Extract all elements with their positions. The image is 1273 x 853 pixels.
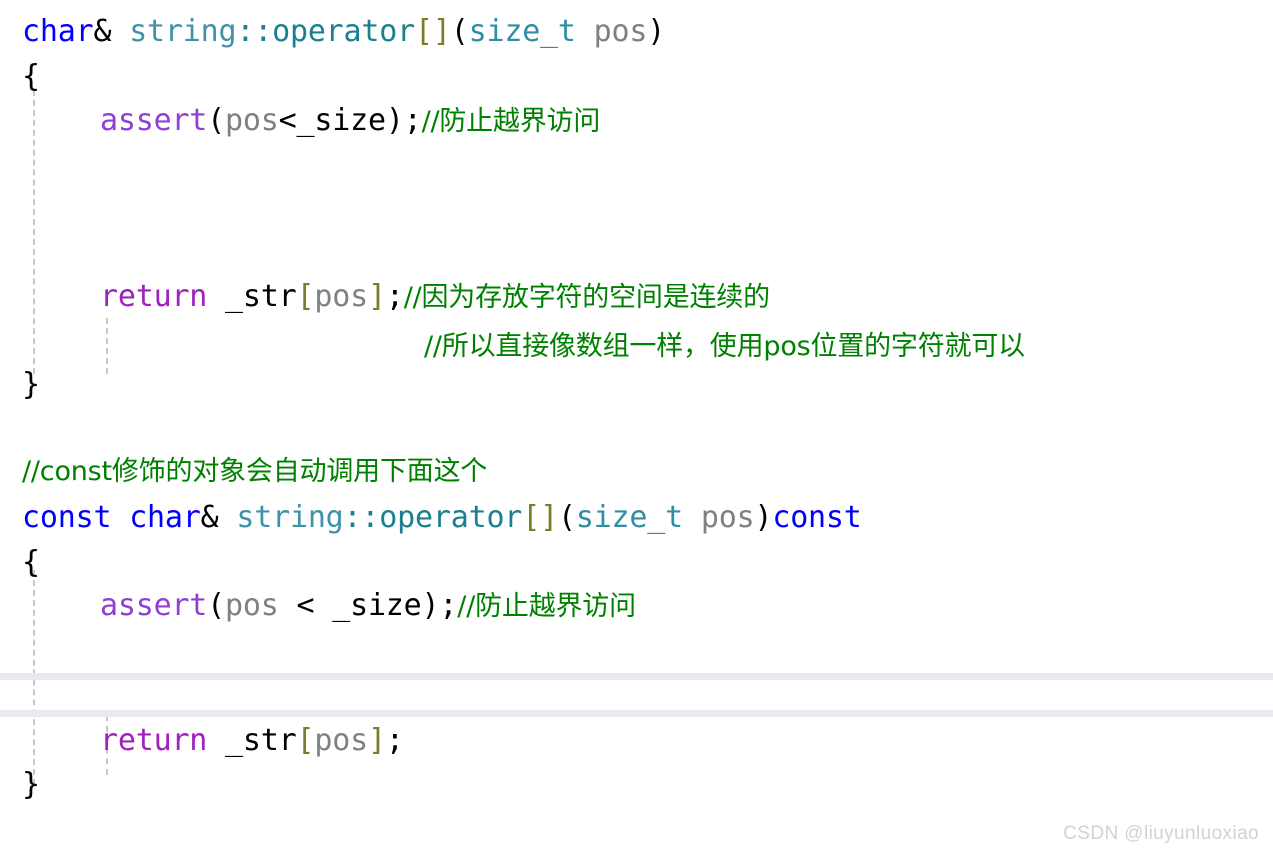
token-bracket-open-3: [ xyxy=(522,500,541,535)
editor-rule-bottom xyxy=(0,710,1273,717)
token-class-string-2: string xyxy=(236,500,344,535)
token-scope-resolution: :: xyxy=(236,14,273,49)
token-member-str-1: _str xyxy=(225,279,297,314)
token-paren-open-2: ( xyxy=(207,103,226,138)
token-semicolon-3: ; xyxy=(439,588,458,623)
comment-bounds-check-1: //防止越界访问 xyxy=(421,106,601,137)
comment-bounds-check-2: //防止越界访问 xyxy=(457,591,636,622)
token-paren-open-1: ( xyxy=(450,14,469,49)
editor-rule-top xyxy=(0,673,1273,680)
token-param-pos-2: pos xyxy=(700,500,755,535)
token-paren-close-1: ) xyxy=(647,14,666,49)
code-line-6: } xyxy=(22,363,40,407)
code-line-8: const char& string::operator[](size_t po… xyxy=(22,496,862,540)
token-space-2 xyxy=(207,279,225,314)
token-semicolon-1: ; xyxy=(403,103,422,138)
token-scope-resolution-2: :: xyxy=(343,500,380,535)
token-space-4 xyxy=(683,500,701,535)
code-line-7: //const修饰的对象会自动调用下面这个 xyxy=(22,450,487,494)
csdn-watermark: CSDN @liuyunluoxiao xyxy=(1063,823,1259,844)
code-line-9: { xyxy=(22,541,40,585)
token-var-pos-3: pos xyxy=(225,588,279,623)
token-var-pos-2: pos xyxy=(225,103,279,138)
token-semicolon-4: ; xyxy=(385,723,404,758)
token-paren-close-3: ) xyxy=(754,500,773,535)
code-line-4: return _str[pos];//因为存放字符的空间是连续的 xyxy=(100,275,770,319)
token-paren-close-2: ) xyxy=(385,103,404,138)
comment-contiguous-memory: //因为存放字符的空间是连续的 xyxy=(403,282,770,313)
token-paren-close-4: ) xyxy=(421,588,440,623)
token-ampersand-2: & xyxy=(200,500,237,535)
token-bracket-close-2: ] xyxy=(367,279,386,314)
token-keyword-char-2: char xyxy=(129,500,201,535)
token-index-pos-1: pos xyxy=(314,279,368,314)
token-paren-open-3: ( xyxy=(557,500,576,535)
token-space-5 xyxy=(207,723,225,758)
indent-guide-inner1 xyxy=(106,318,108,374)
token-semicolon-2: ; xyxy=(385,279,404,314)
token-expr-bounds-2: < _size xyxy=(278,588,422,623)
token-bracket-close-1: ] xyxy=(432,14,451,49)
code-line-5: //所以直接像数组一样，使用pos位置的字符就可以 xyxy=(424,325,1025,369)
token-operator-keyword: operator xyxy=(272,14,415,49)
code-line-3: assert(pos<_size);//防止越界访问 xyxy=(100,99,600,143)
token-type-size-t-2: size_t xyxy=(575,500,683,535)
token-index-pos-2: pos xyxy=(314,723,368,758)
token-brace-open-1: { xyxy=(22,59,40,94)
indent-guide-block1 xyxy=(33,90,35,374)
token-paren-open-4: ( xyxy=(207,588,226,623)
token-keyword-return-1: return xyxy=(100,279,208,314)
token-expr-bounds-1: <_size xyxy=(278,103,386,138)
token-keyword-const-1: const xyxy=(22,500,112,535)
token-bracket-close-3: ] xyxy=(540,500,558,535)
comment-array-like-access: //所以直接像数组一样，使用pos位置的字符就可以 xyxy=(424,331,1025,362)
token-brace-open-2: { xyxy=(22,545,40,580)
code-line-1: char& string::operator[](size_t pos) xyxy=(22,10,665,54)
code-line-12: } xyxy=(22,763,40,807)
token-bracket-open-4: [ xyxy=(296,723,315,758)
code-line-2: { xyxy=(22,55,40,99)
code-line-11: return _str[pos]; xyxy=(100,719,404,763)
token-space-3 xyxy=(111,500,129,535)
token-bracket-open-1: [ xyxy=(415,14,433,49)
code-line-10: assert(pos < _size);//防止越界访问 xyxy=(100,584,636,628)
token-macro-assert-2: assert xyxy=(100,588,208,623)
token-keyword-char: char xyxy=(22,14,94,49)
token-brace-close-2: } xyxy=(22,767,40,802)
token-class-string: string xyxy=(129,14,237,49)
token-type-size-t-1: size_t xyxy=(468,14,576,49)
token-keyword-return-2: return xyxy=(100,723,208,758)
code-editor-canvas: char& string::operator[](size_t pos) { a… xyxy=(0,0,1273,853)
token-member-str-2: _str xyxy=(225,723,297,758)
token-bracket-open-2: [ xyxy=(296,279,315,314)
token-space-1 xyxy=(576,14,594,49)
token-brace-close-1: } xyxy=(22,367,40,402)
comment-const-overload-note: //const修饰的对象会自动调用下面这个 xyxy=(22,456,488,487)
token-keyword-const-trailing: const xyxy=(772,500,862,535)
token-operator-keyword-2: operator xyxy=(379,500,523,535)
token-macro-assert-1: assert xyxy=(100,103,208,138)
token-bracket-close-4: ] xyxy=(367,723,386,758)
token-ampersand: & xyxy=(93,14,130,49)
token-param-pos-1: pos xyxy=(593,14,648,49)
